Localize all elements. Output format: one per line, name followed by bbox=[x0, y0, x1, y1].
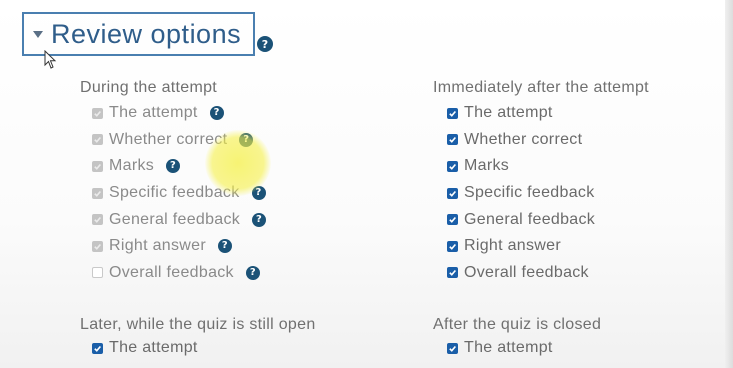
option-label: Right answer bbox=[109, 237, 206, 255]
help-icon[interactable]: ? bbox=[252, 212, 267, 227]
option-general-feedback: General feedback ? bbox=[92, 206, 267, 233]
column-title: During the attempt bbox=[80, 79, 218, 96]
option-label: Whether correct bbox=[464, 130, 583, 148]
checkbox[interactable] bbox=[447, 134, 458, 146]
checkbox[interactable] bbox=[447, 240, 458, 252]
option-marks[interactable]: Marks bbox=[447, 153, 649, 180]
option-label: Specific feedback bbox=[464, 184, 595, 202]
checkbox[interactable] bbox=[92, 342, 103, 354]
option-label: Specific feedback bbox=[109, 184, 240, 202]
column-title: Later, while the quiz is still open bbox=[80, 316, 316, 333]
checkbox bbox=[92, 134, 103, 146]
option-label: Right answer bbox=[464, 237, 561, 255]
option-the-attempt[interactable]: The attempt bbox=[447, 100, 649, 127]
column-after-closed: After the quiz is closed The attempt bbox=[433, 316, 601, 362]
checkbox[interactable] bbox=[447, 187, 458, 199]
option-overall-feedback[interactable]: Overall feedback bbox=[447, 260, 649, 287]
help-icon[interactable]: ? bbox=[245, 265, 260, 280]
help-icon[interactable]: ? bbox=[251, 186, 266, 201]
option-label: The attempt bbox=[464, 104, 553, 122]
checkbox bbox=[92, 214, 103, 226]
column-during-attempt: During the attempt The attempt ? Whether… bbox=[80, 79, 267, 287]
column-immediately-after: Immediately after the attempt The attemp… bbox=[433, 79, 649, 286]
option-label: Whether correct bbox=[109, 130, 228, 148]
option-label: The attempt bbox=[464, 339, 553, 357]
help-icon[interactable]: ? bbox=[209, 106, 224, 121]
checkbox[interactable] bbox=[447, 160, 458, 172]
option-label: General feedback bbox=[109, 210, 241, 228]
checkbox bbox=[92, 187, 103, 199]
mouse-cursor-icon bbox=[44, 50, 57, 69]
help-icon[interactable]: ? bbox=[166, 159, 181, 174]
option-label: Marks bbox=[464, 157, 510, 175]
option-the-attempt: The attempt ? bbox=[92, 100, 266, 127]
help-icon[interactable]: ? bbox=[217, 239, 232, 254]
option-the-attempt[interactable]: The attempt bbox=[92, 335, 316, 362]
option-right-answer[interactable]: Right answer bbox=[447, 233, 649, 260]
checkbox bbox=[92, 107, 103, 119]
option-whether-correct[interactable]: Whether correct bbox=[447, 127, 649, 154]
option-the-attempt[interactable]: The attempt bbox=[447, 335, 601, 362]
help-icon[interactable]: ? bbox=[257, 36, 273, 52]
checkbox[interactable] bbox=[447, 214, 458, 226]
column-later-while-open: Later, while the quiz is still open The … bbox=[80, 316, 316, 362]
option-label: Overall feedback bbox=[464, 263, 589, 281]
column-title: After the quiz is closed bbox=[433, 316, 602, 333]
option-label: General feedback bbox=[464, 210, 596, 228]
option-label: The attempt bbox=[109, 339, 198, 357]
scrollbar-edge bbox=[725, 0, 733, 368]
checkbox[interactable] bbox=[447, 342, 458, 354]
checkbox bbox=[92, 240, 103, 252]
option-right-answer: Right answer ? bbox=[92, 233, 266, 260]
option-whether-correct: Whether correct ? bbox=[92, 127, 266, 154]
checkbox bbox=[92, 160, 103, 172]
option-label: The attempt bbox=[109, 104, 198, 122]
section-title: Review options bbox=[51, 18, 242, 49]
option-general-feedback[interactable]: General feedback bbox=[447, 206, 649, 233]
option-label: Marks bbox=[109, 157, 155, 175]
checkbox bbox=[92, 267, 103, 279]
checkbox[interactable] bbox=[447, 267, 458, 279]
option-overall-feedback: Overall feedback ? bbox=[92, 260, 266, 287]
caret-down-icon[interactable] bbox=[33, 30, 43, 38]
help-icon[interactable]: ? bbox=[239, 132, 254, 147]
checkbox[interactable] bbox=[447, 107, 458, 119]
option-marks: Marks ? bbox=[92, 153, 266, 180]
option-specific-feedback: Specific feedback ? bbox=[92, 180, 266, 207]
option-specific-feedback[interactable]: Specific feedback bbox=[447, 180, 649, 207]
option-label: Overall feedback bbox=[109, 263, 234, 281]
column-title: Immediately after the attempt bbox=[433, 79, 649, 96]
